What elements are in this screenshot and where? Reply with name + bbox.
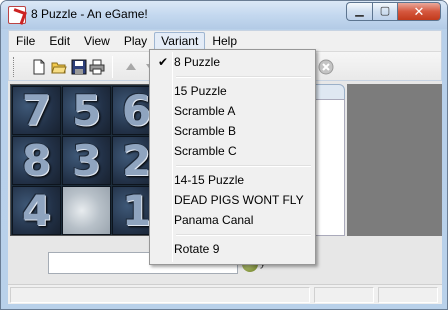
menu-item-label: Scramble C bbox=[174, 144, 237, 158]
menu-item-scramble-b[interactable]: Scramble B bbox=[152, 121, 313, 141]
menu-separator bbox=[152, 230, 313, 239]
close-icon: ✕ bbox=[413, 4, 425, 19]
maximize-button[interactable]: ▢ bbox=[372, 2, 398, 21]
menu-item-14-15-puzzle[interactable]: 14-15 Puzzle bbox=[152, 170, 313, 190]
close-button[interactable]: ✕ bbox=[398, 2, 441, 21]
menu-item-scramble-c[interactable]: Scramble C bbox=[152, 141, 313, 161]
menu-item-rotate-9[interactable]: Rotate 9 bbox=[152, 239, 313, 259]
status-pane bbox=[10, 287, 310, 303]
menu-separator bbox=[152, 72, 313, 81]
menu-item-label: 14-15 Puzzle bbox=[174, 173, 245, 187]
minimize-icon: ▁ bbox=[355, 5, 364, 17]
background-area bbox=[347, 84, 442, 236]
app-icon[interactable] bbox=[8, 6, 26, 24]
menu-item-label: 15 Puzzle bbox=[174, 84, 227, 98]
open-icon[interactable] bbox=[51, 59, 67, 75]
menu-item-scramble-a[interactable]: Scramble A bbox=[152, 101, 313, 121]
menu-item-15-puzzle[interactable]: 15 Puzzle bbox=[152, 81, 313, 101]
menu-item-label: 8 Puzzle bbox=[174, 55, 221, 69]
menu-item-8-puzzle[interactable]: ✔ 8 Puzzle bbox=[152, 52, 313, 72]
status-bar bbox=[8, 284, 442, 304]
print-icon[interactable] bbox=[89, 59, 105, 75]
menu-file[interactable]: File bbox=[9, 32, 42, 51]
title-bar[interactable]: 8 Puzzle - An eGame! ▁ ▢ ✕ bbox=[1, 1, 447, 29]
menu-item-label: Scramble B bbox=[174, 124, 237, 138]
toolbar-grip[interactable] bbox=[13, 57, 16, 77]
minimize-button[interactable]: ▁ bbox=[346, 2, 372, 21]
puzzle-tile[interactable]: 8 bbox=[12, 136, 61, 185]
puzzle-tile[interactable]: 7 bbox=[12, 86, 61, 135]
puzzle-tile[interactable]: 3 bbox=[62, 136, 111, 185]
new-icon[interactable] bbox=[31, 59, 47, 75]
puzzle-tile[interactable]: 4 bbox=[12, 186, 61, 235]
menu-item-label: Rotate 9 bbox=[174, 242, 220, 256]
puzzle-tile[interactable]: 5 bbox=[62, 86, 111, 135]
variant-dropdown-menu: ✔ 8 Puzzle 15 Puzzle Scramble A Scramble… bbox=[149, 49, 316, 265]
menu-variant[interactable]: Variant bbox=[154, 31, 206, 51]
menu-item-label: Scramble A bbox=[174, 104, 236, 118]
menu-item-panama-canal[interactable]: Panama Canal bbox=[152, 210, 313, 230]
empty-tile[interactable] bbox=[62, 186, 111, 235]
menu-item-dead-pigs-wont-fly[interactable]: DEAD PIGS WONT FLY bbox=[152, 190, 313, 210]
up-arrow-icon[interactable] bbox=[123, 59, 139, 75]
stop-icon[interactable] bbox=[318, 59, 334, 75]
menu-item-label: Panama Canal bbox=[174, 213, 254, 227]
menu-help[interactable]: Help bbox=[205, 32, 244, 51]
window-title: 8 Puzzle - An eGame! bbox=[31, 7, 148, 21]
menu-edit[interactable]: Edit bbox=[42, 32, 77, 51]
caption-buttons: ▁ ▢ ✕ bbox=[346, 2, 441, 22]
status-pane bbox=[314, 287, 374, 303]
menu-bar: File Edit View Play Variant Help bbox=[8, 30, 442, 51]
maximize-icon: ▢ bbox=[379, 5, 391, 17]
puzzle-board: 7 5 6 8 3 2 4 1 bbox=[10, 84, 162, 236]
status-pane bbox=[378, 287, 438, 303]
menu-item-label: DEAD PIGS WONT FLY bbox=[174, 193, 304, 207]
toolbar-separator bbox=[112, 56, 113, 78]
menu-separator bbox=[152, 161, 313, 170]
checkmark-icon: ✔ bbox=[157, 55, 169, 69]
menu-view[interactable]: View bbox=[77, 32, 117, 51]
menu-play[interactable]: Play bbox=[117, 32, 154, 51]
save-icon[interactable] bbox=[71, 59, 87, 75]
